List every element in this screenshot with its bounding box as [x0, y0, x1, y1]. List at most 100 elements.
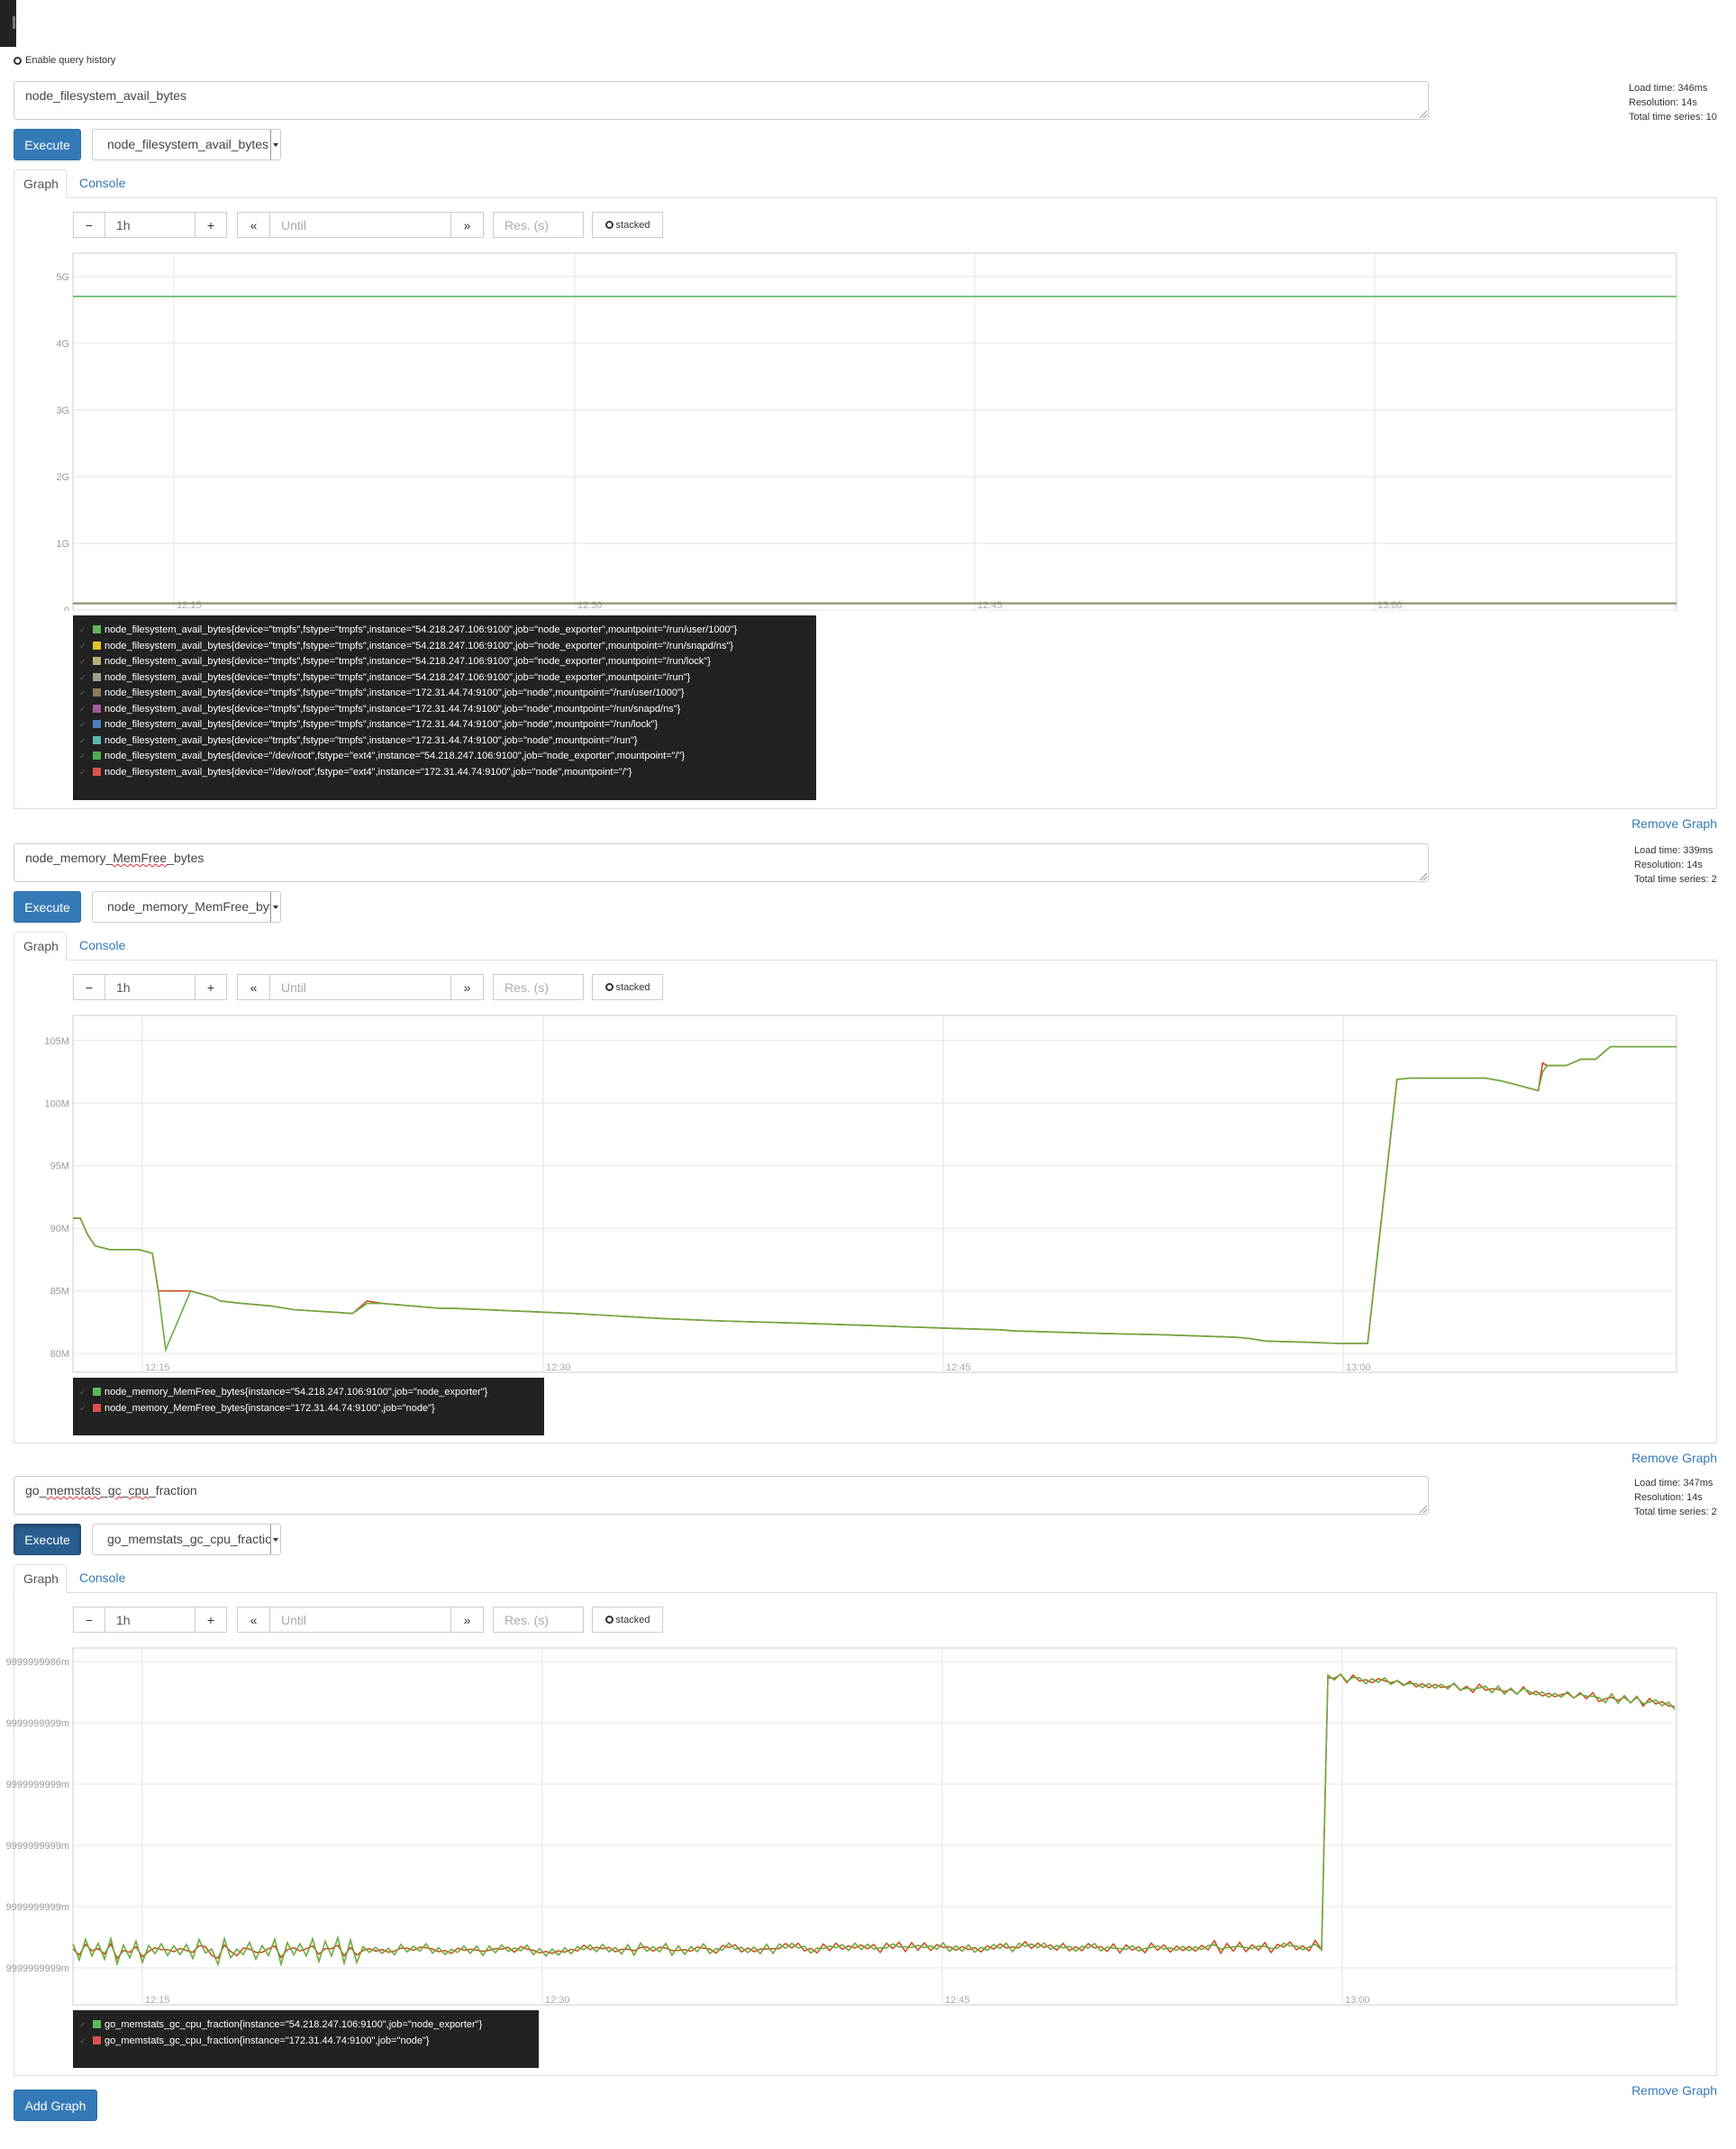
legend-item[interactable]: ✓ node_filesystem_avail_bytes{device="tmp…: [79, 733, 807, 750]
legend-item[interactable]: ✓ go_memstats_gc_cpu_fraction{instance="1…: [79, 2034, 530, 2050]
y-tick-label: 85M: [50, 1287, 69, 1298]
end-forward-button[interactable]: »: [450, 212, 484, 238]
metric-select[interactable]: node_filesystem_avail_bytes: [92, 129, 281, 160]
graph-tab-body: − 1h + « Until » Res. (s) stacked 999999…: [6, 1592, 1717, 2076]
stacked-toggle[interactable]: stacked: [592, 974, 663, 1000]
resolution-input[interactable]: Res. (s): [493, 212, 584, 238]
chevron-down-icon[interactable]: [270, 130, 280, 159]
metric-select[interactable]: node_memory_MemFree_bytes: [92, 891, 281, 923]
legend-item[interactable]: ✓ node_filesystem_avail_bytes{device="tmp…: [79, 686, 807, 702]
legend-item[interactable]: ✓ go_memstats_gc_cpu_fraction{instance="5…: [79, 2017, 530, 2034]
end-back-button[interactable]: «: [237, 974, 270, 1000]
legend-item[interactable]: ✓ node_filesystem_avail_bytes{device="tmp…: [79, 717, 807, 733]
y-tick-label: 9999999999m: [6, 1718, 69, 1729]
tab-graph[interactable]: Graph: [14, 1564, 67, 1593]
tab-graph[interactable]: Graph: [14, 932, 67, 961]
query-history-checkbox[interactable]: [14, 56, 22, 65]
metric-select[interactable]: go_memstats_gc_cpu_fraction: [92, 1524, 281, 1555]
query-history-toggle[interactable]: Enable query history: [14, 55, 115, 66]
range-increase-button[interactable]: +: [195, 974, 227, 1000]
execute-button[interactable]: Execute: [14, 1524, 81, 1555]
legend-check-icon: ✓: [79, 720, 86, 729]
legend-item[interactable]: ✓ node_filesystem_avail_bytes{device="/de…: [79, 765, 807, 781]
query-stats: Load time: 339ms Resolution: 14s Total t…: [1634, 843, 1717, 887]
range-input[interactable]: 1h: [105, 1607, 195, 1633]
expression-input[interactable]: node_memory_MemFree_bytes: [14, 843, 1429, 882]
legend-item[interactable]: ✓ node_filesystem_avail_bytes{device="tmp…: [79, 702, 807, 718]
series-line: [73, 1045, 1677, 1353]
until-input[interactable]: Until: [269, 212, 451, 238]
end-forward-button[interactable]: »: [450, 974, 484, 1000]
execute-button[interactable]: Execute: [14, 891, 81, 923]
expression-text-part: gc: [107, 1483, 122, 1498]
resolution-input[interactable]: Res. (s): [493, 1607, 584, 1633]
stacked-label: stacked: [615, 981, 650, 993]
legend-check-icon: ✓: [79, 735, 86, 745]
until-input[interactable]: Until: [269, 974, 451, 1000]
tab-graph[interactable]: Graph: [14, 169, 67, 198]
legend-item[interactable]: ✓ node_filesystem_avail_bytes{device="/de…: [79, 749, 807, 765]
end-back-button[interactable]: «: [237, 212, 270, 238]
resolution: Resolution: 14s: [1634, 1492, 1703, 1503]
legend-item[interactable]: ✓ node_filesystem_avail_bytes{device="tmp…: [79, 670, 807, 687]
legend-item[interactable]: ✓ node_filesystem_avail_bytes{device="tmp…: [79, 639, 807, 655]
load-time: Load time: 346ms: [1629, 83, 1708, 94]
resolution-input[interactable]: Res. (s): [493, 974, 584, 1000]
range-decrease-button[interactable]: −: [73, 212, 105, 238]
tab-console[interactable]: Console: [70, 1564, 134, 1593]
y-tick-label: 100M: [44, 1098, 69, 1109]
legend-label: node_filesystem_avail_bytes{device="tmpf…: [105, 624, 738, 635]
legend-3: ✓ go_memstats_gc_cpu_fraction{instance="5…: [73, 2010, 539, 2068]
remove-graph-link[interactable]: Remove Graph: [1631, 2083, 1717, 2098]
end-back-button[interactable]: «: [237, 1607, 270, 1633]
legend-item[interactable]: ✓ node_memory_MemFree_bytes{instance="172…: [79, 1401, 535, 1417]
graph-chart-2: 80M 85M 90M 95M 100M 105M 12:15 12:30 12:45 13:00: [44, 1015, 1677, 1373]
legend-item[interactable]: ✓ node_filesystem_avail_bytes{device="tmp…: [79, 654, 807, 670]
range-input[interactable]: 1h: [105, 974, 195, 1000]
range-increase-button[interactable]: +: [195, 1607, 227, 1633]
metric-select-value: node_memory_MemFree_bytes: [107, 899, 281, 914]
y-tick-label: 3G: [56, 405, 69, 416]
legend-label: node_filesystem_avail_bytes{device="tmpf…: [105, 719, 659, 730]
legend-item[interactable]: ✓ node_filesystem_avail_bytes{device="tmp…: [79, 623, 807, 639]
legend-item[interactable]: ✓ node_memory_MemFree_bytes{instance="54.…: [79, 1385, 535, 1401]
resize-handle[interactable]: [1420, 111, 1427, 118]
query-stats: Load time: 347ms Resolution: 14s Total t…: [1634, 1476, 1717, 1519]
until-input[interactable]: Until: [269, 1607, 451, 1633]
x-tick-label: 13:00: [1346, 1362, 1371, 1373]
range-input[interactable]: 1h: [105, 212, 195, 238]
graph-chart-3: 9999999999m 9999999999m 9999999999m 9999999…: [6, 1647, 1677, 2006]
expression-input[interactable]: node_filesystem_avail_bytes: [14, 81, 1429, 120]
legend-swatch: [93, 672, 101, 681]
legend-check-icon: ✓: [79, 641, 86, 651]
range-decrease-button[interactable]: −: [73, 974, 105, 1000]
stacked-toggle[interactable]: stacked: [592, 212, 663, 238]
stacked-toggle[interactable]: stacked: [592, 1607, 663, 1633]
range-increase-button[interactable]: +: [195, 212, 227, 238]
load-time: Load time: 339ms: [1634, 845, 1713, 856]
legend-check-icon: ✓: [79, 751, 86, 760]
remove-graph-link[interactable]: Remove Graph: [1631, 1451, 1717, 1465]
end-forward-button[interactable]: »: [450, 1607, 484, 1633]
tab-console[interactable]: Console: [70, 169, 134, 198]
x-tick-label: 13:00: [1345, 1995, 1370, 2006]
chevron-down-icon[interactable]: [270, 1525, 280, 1554]
add-graph-button[interactable]: Add Graph: [14, 2090, 97, 2121]
stacked-label: stacked: [615, 219, 650, 231]
y-tick-label: 105M: [44, 1036, 69, 1047]
legend-swatch: [93, 720, 101, 728]
remove-graph-link[interactable]: Remove Graph: [1631, 816, 1717, 831]
stacked-icon: [604, 221, 614, 229]
chevron-down-icon[interactable]: [270, 892, 280, 922]
resize-handle[interactable]: [1420, 873, 1427, 880]
expression-input[interactable]: go_memstats_gc_cpu_fraction: [14, 1476, 1429, 1515]
execute-button[interactable]: Execute: [14, 129, 81, 160]
resize-handle[interactable]: [1420, 1506, 1427, 1513]
y-tick-label: 90M: [50, 1224, 69, 1234]
expression-text: node_filesystem_avail_bytes: [25, 88, 186, 103]
y-tick-label: 9999999999m: [6, 1780, 69, 1790]
tab-console[interactable]: Console: [70, 932, 134, 961]
total-series: Total time series: 10: [1629, 112, 1717, 123]
range-decrease-button[interactable]: −: [73, 1607, 105, 1633]
legend-label: node_filesystem_avail_bytes{device="tmpf…: [105, 703, 681, 715]
